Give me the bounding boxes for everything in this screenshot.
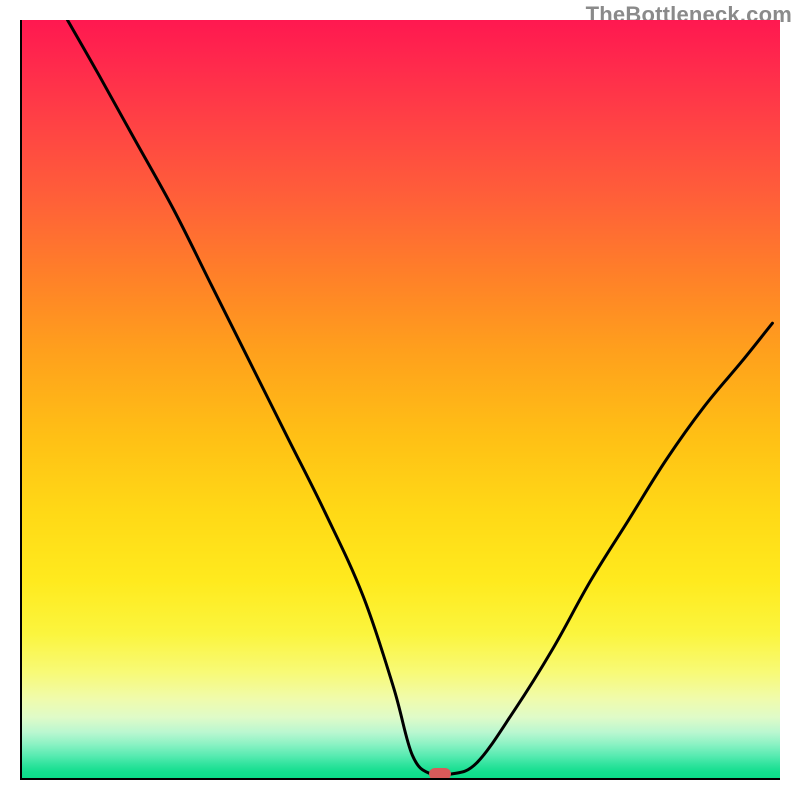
plot-area: [20, 20, 780, 780]
optimum-marker: [429, 768, 451, 780]
curve-layer: [22, 20, 780, 778]
chart-container: TheBottleneck.com: [0, 0, 800, 800]
bottleneck-curve: [67, 20, 772, 776]
